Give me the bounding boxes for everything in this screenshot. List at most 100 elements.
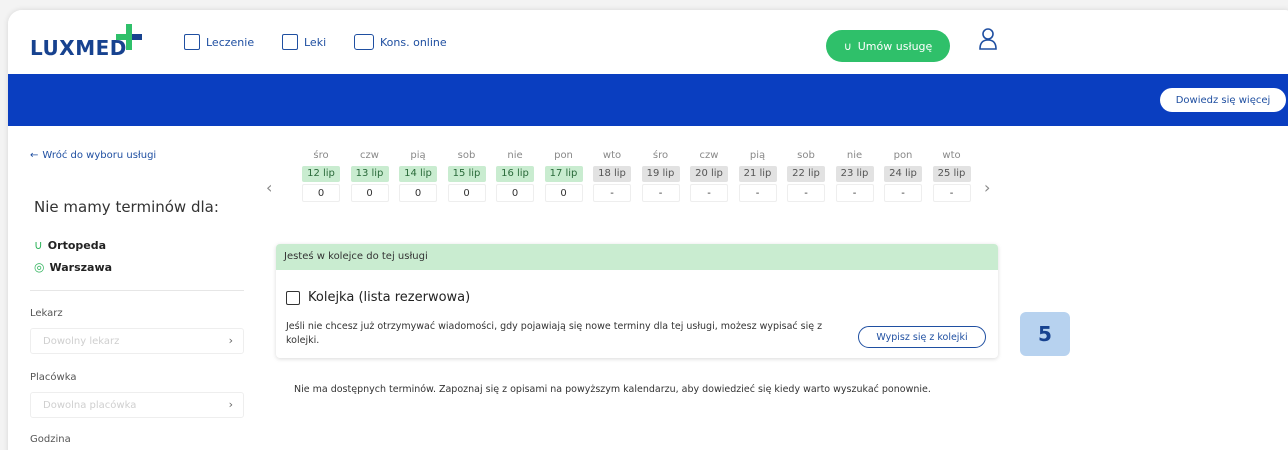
day-date: 19 lip <box>641 166 680 182</box>
day-slot-count: - <box>835 184 874 202</box>
nav-leczenie[interactable]: Leczenie <box>184 34 254 50</box>
nav-leki[interactable]: Leki <box>282 34 326 50</box>
service-name: Ortopeda <box>47 238 107 252</box>
luxmed-logo[interactable]: LUXMED <box>30 36 127 60</box>
day-date: 13 lip <box>350 166 389 182</box>
day-date: 16 lip <box>496 166 534 182</box>
day-slot-count: - <box>787 184 825 202</box>
calendar-day[interactable]: wto 18 lip - <box>591 148 633 202</box>
day-slot-count: - <box>884 184 922 202</box>
day-of-week: śro <box>313 150 329 161</box>
day-date: 14 lip <box>399 166 437 182</box>
no-terms-heading: Nie mamy terminów dla: <box>34 198 219 216</box>
doctor-select[interactable]: Dowolny lekarz › <box>30 328 244 354</box>
queue-status: Jesteś w kolejce do tej usługi <box>276 244 998 270</box>
arrow-left-icon: ← <box>30 150 39 161</box>
user-icon[interactable] <box>978 28 998 50</box>
day-slot-count: - <box>738 184 777 202</box>
day-of-week: nie <box>846 150 863 161</box>
calendar-day[interactable]: czw 20 lip - <box>688 148 730 202</box>
calendar-day[interactable]: pon 17 lip 0 <box>543 148 585 202</box>
day-date: 18 lip <box>593 166 631 182</box>
day-date: 15 lip <box>447 166 486 182</box>
location-pin-icon: ◎ <box>34 260 45 274</box>
calendar-day[interactable]: sob 15 lip 0 <box>446 148 488 202</box>
nav-kons-online-label: Kons. online <box>380 35 447 49</box>
pills-icon <box>282 34 298 50</box>
day-slot-count: 0 <box>302 184 340 202</box>
no-terms-info: Nie ma dostępnych terminów. Zapoznaj się… <box>294 384 931 395</box>
clipboard-icon <box>184 34 200 50</box>
chevron-right-icon: › <box>228 334 233 347</box>
day-slot-count: 0 <box>447 184 486 202</box>
clinic-select[interactable]: Dowolna placówka › <box>30 392 244 418</box>
book-service-label: Umów usługę <box>857 39 933 53</box>
day-date: 24 lip <box>884 166 922 182</box>
calendar-day[interactable]: czw 13 lip 0 <box>349 148 391 202</box>
unsubscribe-queue-button[interactable]: Wypisz się z kolejki <box>858 326 986 348</box>
day-of-week: czw <box>360 150 379 161</box>
day-date: 12 lip <box>302 166 340 182</box>
stethoscope-icon: ∪ <box>843 39 852 53</box>
back-link[interactable]: ← Wróć do wyboru usługi <box>30 150 156 161</box>
service-row: ∪ Ortopeda <box>34 238 106 252</box>
day-of-week: sob <box>457 150 476 161</box>
nav-leczenie-label: Leczenie <box>206 35 255 49</box>
day-of-week: czw <box>699 150 719 161</box>
day-slot-count: - <box>932 184 971 202</box>
day-date: 25 lip <box>932 166 971 182</box>
doctor-placeholder: Dowolny lekarz <box>43 335 120 347</box>
calendar-icon <box>286 290 300 305</box>
day-of-week: śro <box>652 150 669 161</box>
book-service-button[interactable]: ∪ Umów usługę <box>826 30 950 62</box>
video-chat-icon <box>354 34 374 50</box>
calendar-day[interactable]: śro 12 lip 0 <box>300 148 342 202</box>
back-link-label: Wróć do wyboru usługi <box>42 150 157 161</box>
date-calendar: ‹ śro 12 lip 0 czw 13 lip 0 pią 14 lip 0 sob 15 li… <box>266 148 1006 218</box>
queue-panel: Jesteś w kolejce do tej usługi Kolejka (… <box>276 244 998 358</box>
calendar-day[interactable]: pią 21 lip - <box>737 148 779 202</box>
clinic-label: Placówka <box>30 372 77 383</box>
city-row: ◎ Warszawa <box>34 260 112 274</box>
day-slot-count: - <box>593 184 631 202</box>
day-slot-count: 0 <box>350 184 389 202</box>
day-date: 21 lip <box>738 166 777 182</box>
logo-cross-icon <box>116 24 142 50</box>
calendar-day[interactable]: nie 16 lip 0 <box>494 148 536 202</box>
day-slot-count: - <box>641 184 680 202</box>
calendar-day[interactable]: pon 24 lip - <box>882 148 924 202</box>
day-of-week: wto <box>602 150 622 161</box>
day-of-week: pon <box>554 150 573 161</box>
promo-band <box>8 74 1288 126</box>
day-of-week: pon <box>893 150 913 161</box>
step-badge: 5 <box>1020 312 1070 356</box>
calendar-day[interactable]: wto 25 lip - <box>931 148 973 202</box>
divider <box>30 290 244 291</box>
calendar-day[interactable]: śro 19 lip - <box>640 148 682 202</box>
day-of-week: wto <box>942 150 961 161</box>
calendar-day[interactable]: nie 23 lip - <box>834 148 876 202</box>
queue-title-row: Kolejka (lista rezerwowa) <box>286 290 470 305</box>
day-of-week: pią <box>749 150 766 161</box>
queue-title: Kolejka (lista rezerwowa) <box>308 290 471 305</box>
app-window: LUXMED Leczenie Leki Kons. online ∪ Umów… <box>8 10 1288 450</box>
calendar-day[interactable]: sob 22 lip - <box>785 148 827 202</box>
day-slot-count: 0 <box>496 184 534 202</box>
clinic-placeholder: Dowolna placówka <box>43 399 137 411</box>
doctor-label: Lekarz <box>30 308 63 319</box>
day-of-week: pią <box>410 150 426 161</box>
stethoscope-icon: ∪ <box>34 238 43 252</box>
day-slot-count: 0 <box>544 184 583 202</box>
day-of-week: nie <box>507 150 523 161</box>
calendar-day[interactable]: pią 14 lip 0 <box>397 148 439 202</box>
chevron-right-icon: › <box>228 398 233 411</box>
time-label: Godzina <box>30 434 71 445</box>
chevron-right-icon[interactable]: › <box>984 178 990 197</box>
nav-kons-online[interactable]: Kons. online <box>354 34 447 50</box>
city-name: Warszawa <box>49 260 113 274</box>
day-of-week: sob <box>797 150 815 161</box>
chevron-left-icon[interactable]: ‹ <box>266 178 272 197</box>
learn-more-button[interactable]: Dowiedz się więcej <box>1160 88 1286 112</box>
day-date: 20 lip <box>690 166 728 182</box>
day-date: 17 lip <box>544 166 583 182</box>
